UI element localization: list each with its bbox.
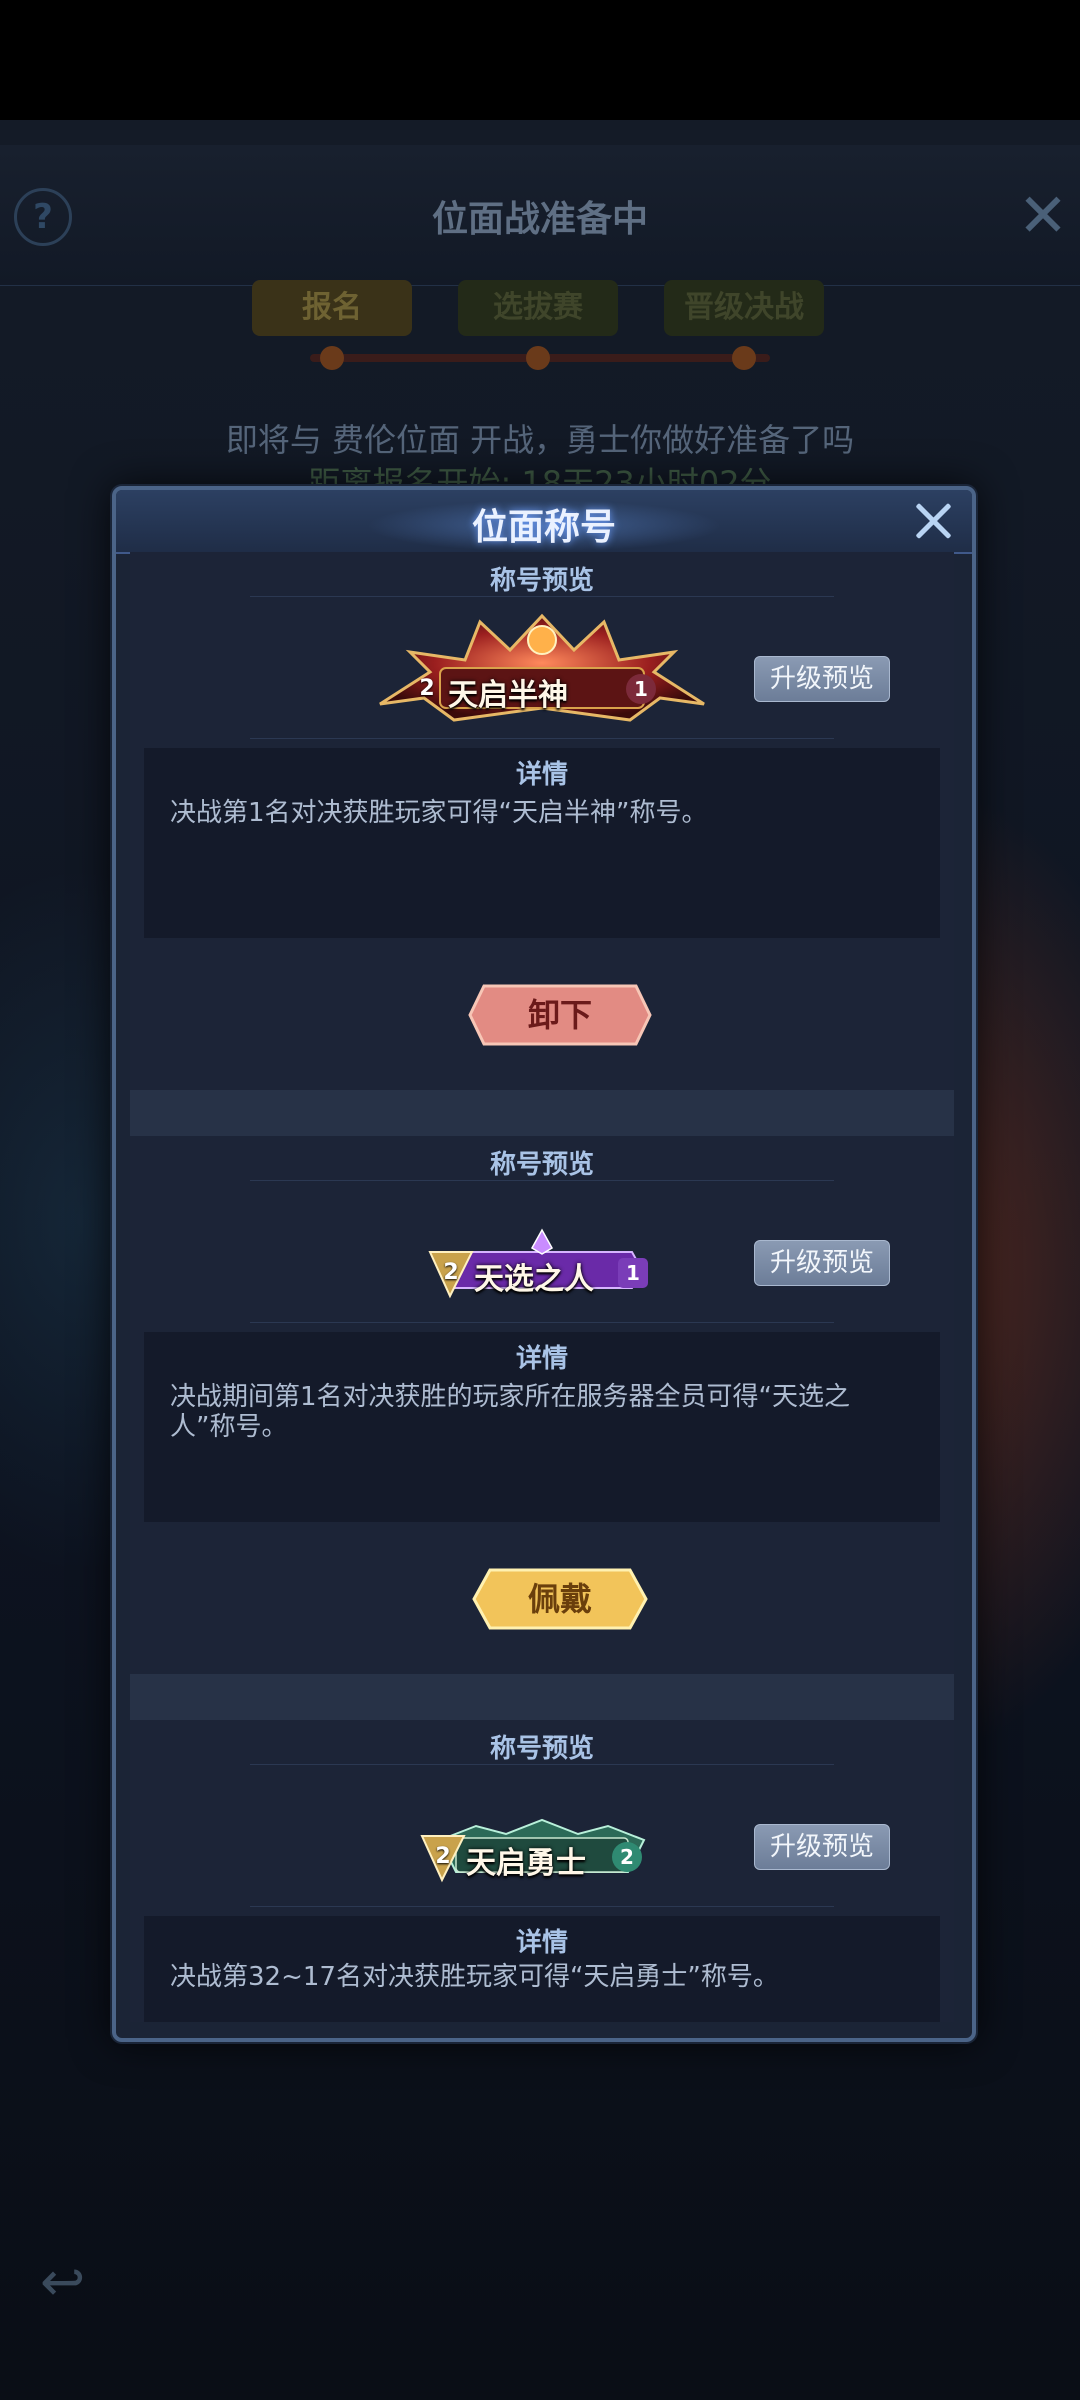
status-bar <box>0 0 1080 120</box>
background-tabs: 报名 选拔赛 晋级决战 <box>0 280 1080 340</box>
modal-header: 位面称号 <box>116 490 972 554</box>
detail-text: 决战第32~17名对决获胜玩家可得“天启勇士”称号。 <box>170 1962 779 1992</box>
stage-dot <box>526 346 550 370</box>
title-badge-tianxuan-zhiren: 2 天选之人 1 <box>422 1196 662 1316</box>
stage-dot <box>320 346 344 370</box>
preview-label: 称号预览 <box>489 566 594 596</box>
unequip-label: 卸下 <box>527 996 592 1034</box>
badge-rank: 2 <box>435 1844 451 1869</box>
detail-title: 详情 <box>515 760 568 790</box>
badge-rank: 2 <box>443 1260 459 1285</box>
badge-level: 2 <box>612 1842 642 1872</box>
divider <box>250 596 834 597</box>
tab-final[interactable]: 晋级决战 <box>664 280 824 336</box>
background-title: 位面战准备中 <box>431 198 648 240</box>
divider <box>250 1180 834 1181</box>
unequip-button[interactable]: 卸下 <box>468 984 652 1046</box>
detail-text: 决战第1名对决获胜玩家可得“天启半神”称号。 <box>170 798 708 828</box>
card-separator <box>130 1090 954 1136</box>
equip-button[interactable]: 佩戴 <box>472 1568 648 1630</box>
title-card: 称号预览 2 天启勇士 2 升级预览 详情 决战第32~17名对决获胜玩家可得“… <box>130 1720 954 2022</box>
tab-selection[interactable]: 选拔赛 <box>458 280 618 336</box>
modal-title: 位面称号 <box>471 506 616 548</box>
preview-label: 称号预览 <box>489 1150 594 1180</box>
close-icon[interactable] <box>908 496 958 546</box>
detail-box: 详情 决战期间第1名对决获胜的玩家所在服务器全员可得“天选之人”称号。 <box>144 1332 940 1522</box>
badge-name: 天选之人 <box>474 1262 594 1297</box>
tab-signup[interactable]: 报名 <box>252 280 412 336</box>
stage-dot <box>732 346 756 370</box>
badge-name: 天启勇士 <box>466 1846 586 1881</box>
detail-title: 详情 <box>515 1344 568 1374</box>
title-modal: 位面称号 称号预览 2 天启半神 1 升级预览 详情 决战第1名对决获胜玩家可得… <box>112 486 976 2042</box>
divider <box>250 1764 834 1765</box>
preview-label: 称号预览 <box>489 1734 594 1764</box>
divider <box>250 738 834 739</box>
title-badge-tianqi-yongshi: 2 天启勇士 2 <box>416 1780 668 1900</box>
detail-box: 详情 决战第1名对决获胜玩家可得“天启半神”称号。 <box>144 748 940 938</box>
battle-notice: 即将与 费伦位面 开战，勇士你做好准备了吗 <box>225 421 855 459</box>
title-badge-tianqi-banshen: 2 天启半神 1 <box>370 612 714 732</box>
detail-title: 详情 <box>515 1928 568 1958</box>
detail-text: 决战期间第1名对决获胜的玩家所在服务器全员可得“天选之人”称号。 <box>170 1382 851 1442</box>
badge-level: 1 <box>626 674 656 704</box>
close-icon[interactable]: ✕ <box>1015 186 1071 246</box>
upgrade-preview-button[interactable]: 升级预览 <box>754 1240 890 1286</box>
badge-name: 天启半神 <box>448 678 568 713</box>
divider <box>250 1906 834 1907</box>
card-separator <box>130 1674 954 1720</box>
upgrade-preview-button[interactable]: 升级预览 <box>754 1824 890 1870</box>
upgrade-preview-button[interactable]: 升级预览 <box>754 656 890 702</box>
title-card: 称号预览 2 天启半神 1 升级预览 详情 决战第1名对决获胜玩家可得“天启半神… <box>130 552 954 1090</box>
equip-label: 佩戴 <box>527 1580 592 1618</box>
back-arrow-icon[interactable]: ↩ <box>40 2250 110 2313</box>
divider <box>250 1322 834 1323</box>
title-list[interactable]: 称号预览 2 天启半神 1 升级预览 详情 决战第1名对决获胜玩家可得“天启半神… <box>130 552 954 2022</box>
badge-level: 1 <box>618 1258 648 1288</box>
detail-box: 详情 决战第32~17名对决获胜玩家可得“天启勇士”称号。 <box>144 1916 940 2022</box>
title-card: 称号预览 2 天选之人 1 升级预览 详情 决战期间第1名对决获胜的玩家所在服务… <box>130 1136 954 1674</box>
badge-rank: 2 <box>419 676 435 701</box>
